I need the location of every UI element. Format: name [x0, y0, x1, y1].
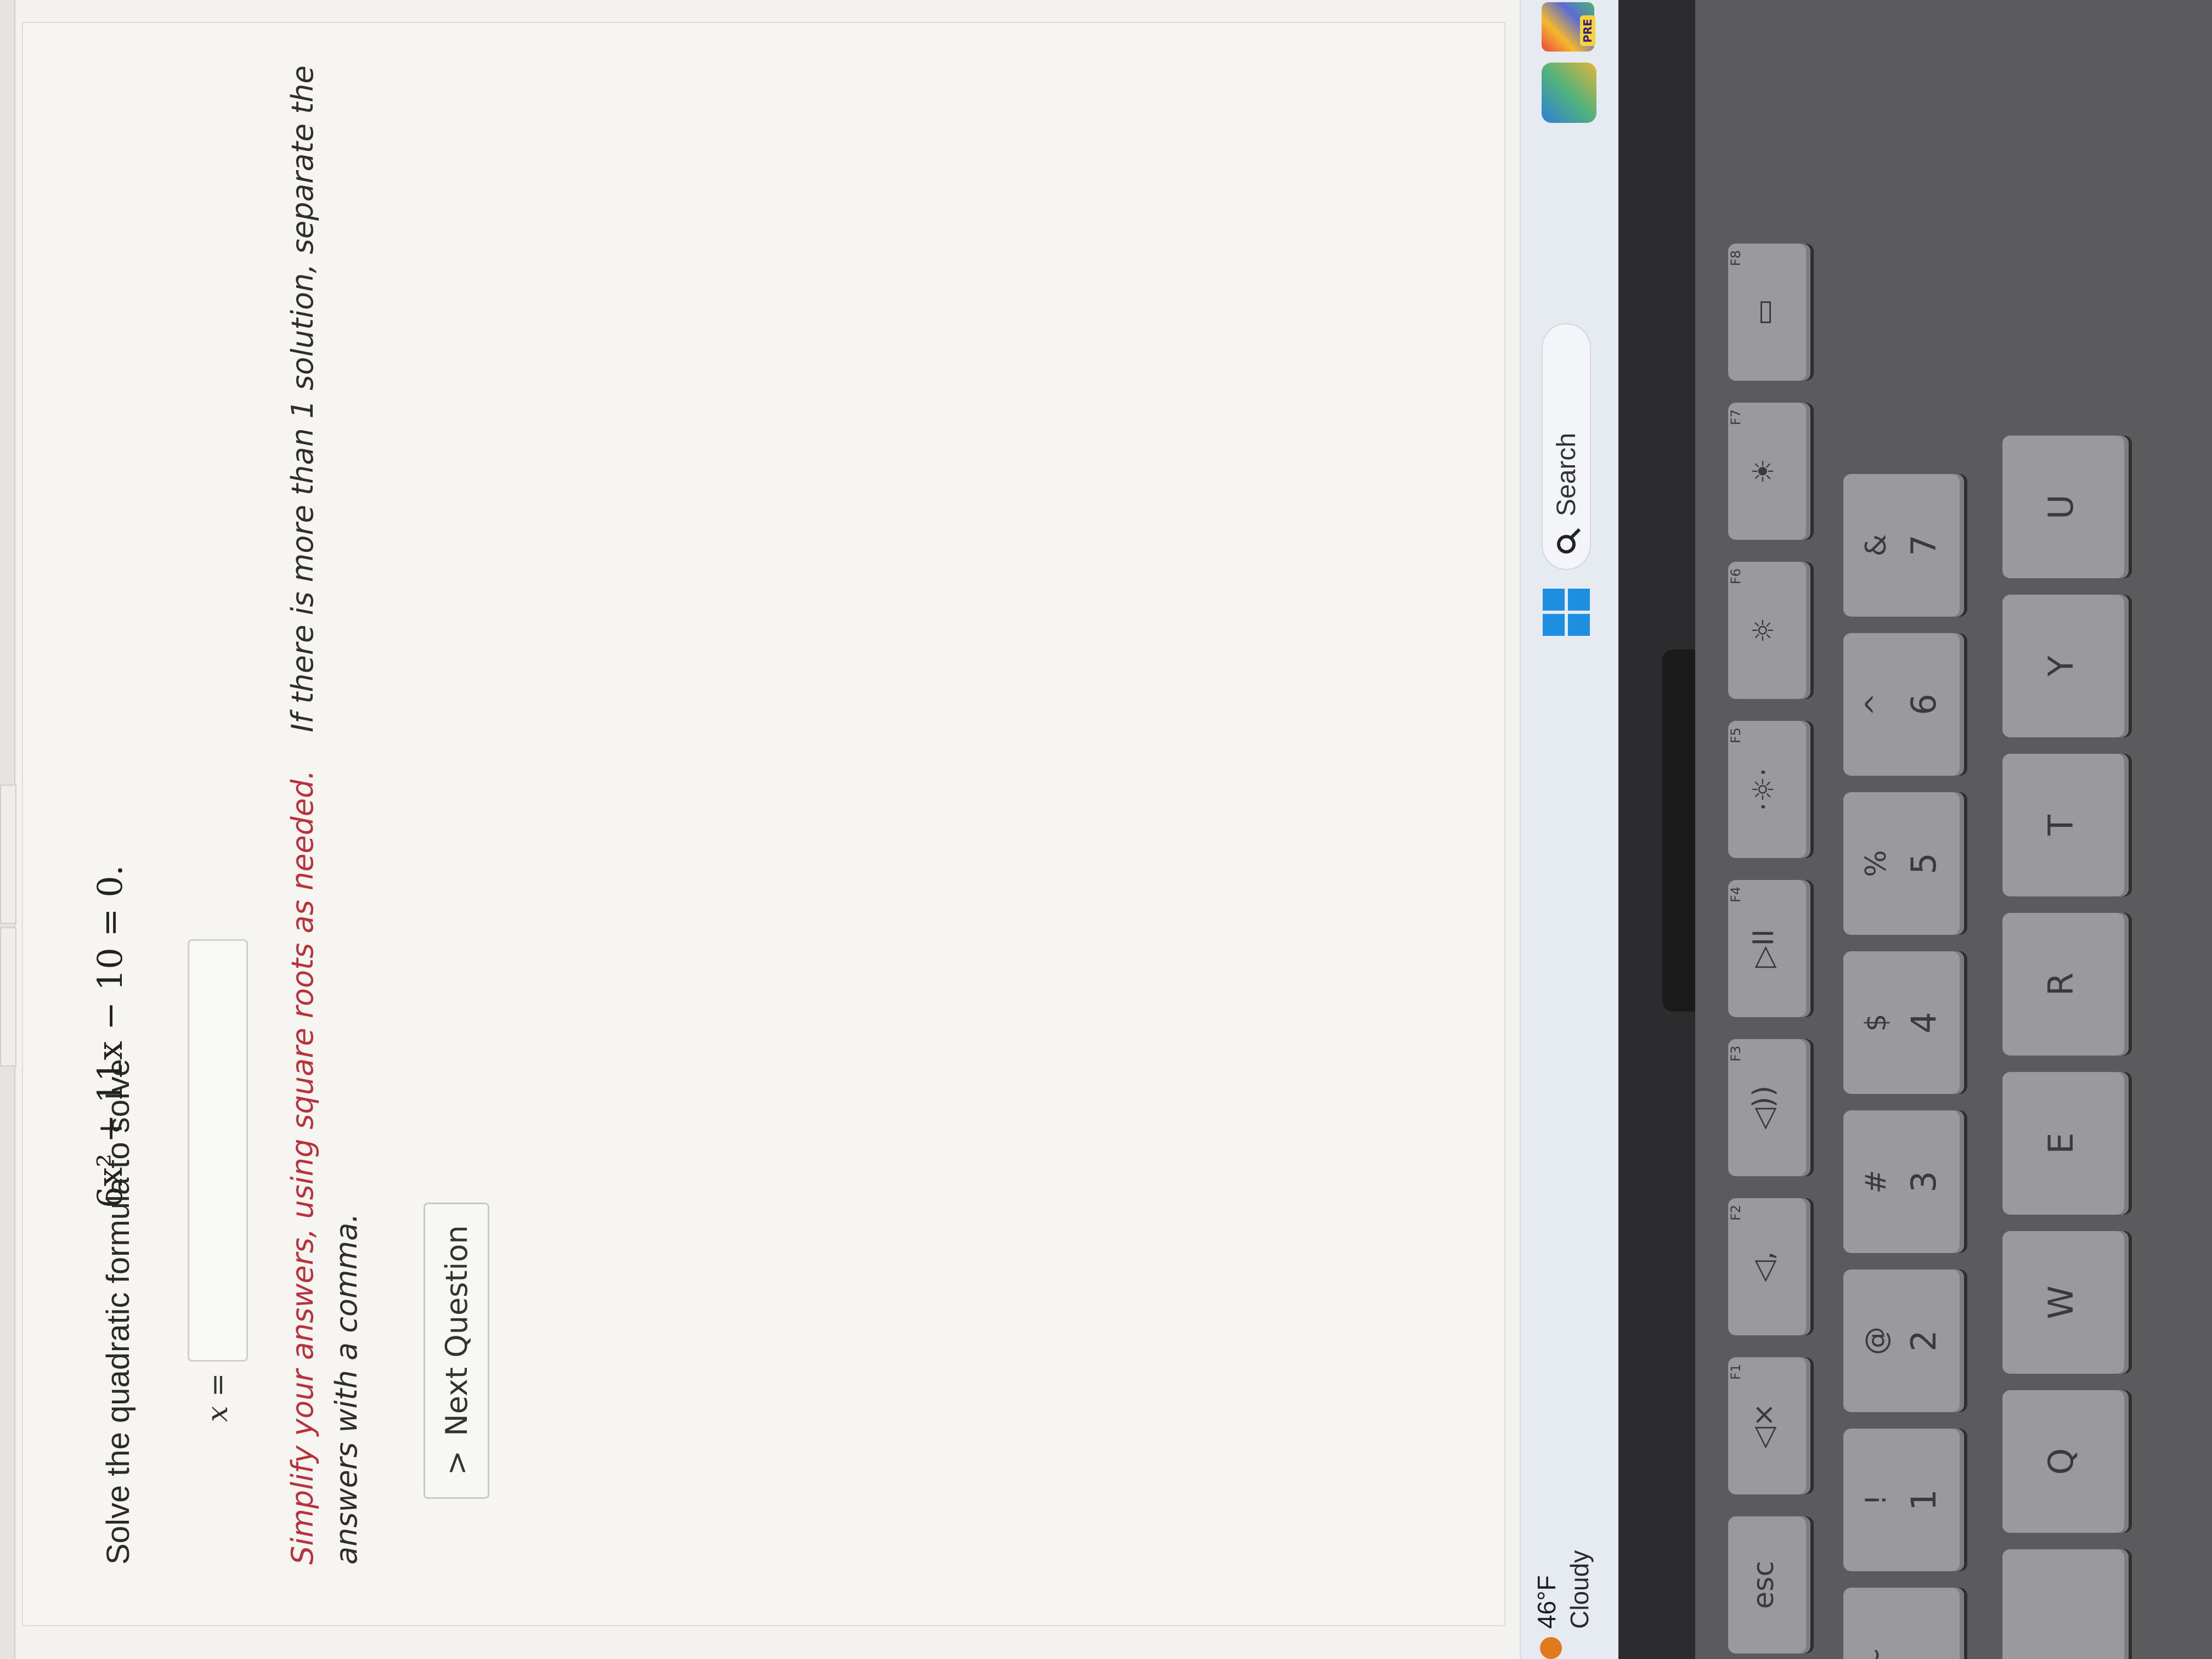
- key-fn-label: F7: [1728, 409, 1743, 426]
- taskbar-search[interactable]: Search: [1542, 323, 1591, 570]
- key-f5[interactable]: ·☼· F5: [1728, 721, 1810, 858]
- key-label: Q: [2041, 1448, 2081, 1475]
- key-shift-label: !: [1860, 1494, 1893, 1506]
- key-fn-label: F5: [1728, 727, 1743, 744]
- key-fn-label: F6: [1728, 568, 1743, 585]
- key-f6[interactable]: ☼ F6: [1728, 562, 1810, 699]
- key-f3[interactable]: ◁)) F3: [1728, 1039, 1810, 1176]
- keyboard-deck: esc◁×F1◁,F2◁))F3▷IIF4·☼·F5☼F6☀F7▭F8~!1@2…: [1695, 0, 2212, 1659]
- key-fn-label: F4: [1728, 887, 1743, 903]
- page-tab-edge: [0, 785, 16, 924]
- key-label: 5: [1904, 853, 1944, 874]
- weather-temperature[interactable]: 46°F: [1532, 1575, 1561, 1629]
- key-f8[interactable]: ▭ F8: [1728, 244, 1810, 381]
- page-tab-edge: [0, 927, 16, 1066]
- weather-description[interactable]: Cloudy: [1565, 1550, 1594, 1629]
- search-icon: [1557, 535, 1576, 554]
- key-shift-label: &: [1860, 534, 1893, 557]
- key-label: 2: [1904, 1330, 1944, 1352]
- key-5[interactable]: % 5: [1843, 792, 1964, 935]
- key-shift-label: ^: [1860, 692, 1893, 716]
- chevron-right-icon: >: [439, 1450, 474, 1475]
- key-label: 3: [1904, 1171, 1944, 1193]
- key-q[interactable]: Q: [2002, 1390, 2129, 1533]
- hint-simplify: Simplify your answers, using square root…: [285, 770, 320, 1565]
- page-top-strip: [0, 0, 16, 1659]
- key-2[interactable]: @2: [1843, 1269, 1964, 1412]
- search-label: Search: [1551, 432, 1581, 516]
- photo-scene: Solve the quadratic formula to solve 6x²…: [0, 0, 2212, 1659]
- key-fn-label: F2: [1728, 1205, 1743, 1221]
- key-label: 7: [1904, 534, 1944, 556]
- key-f4[interactable]: ▷II F4: [1728, 880, 1810, 1017]
- key-label: T: [2041, 815, 2081, 836]
- key-r[interactable]: R: [2002, 913, 2129, 1056]
- key-label: R: [2041, 972, 2081, 996]
- key-label: 4: [1904, 1012, 1944, 1034]
- key-fn-label: F8: [1728, 250, 1743, 267]
- key-1[interactable]: ! 1: [1843, 1429, 1964, 1571]
- key-label: 1: [1904, 1489, 1944, 1511]
- answer-input[interactable]: [188, 939, 248, 1362]
- key-e[interactable]: E: [2002, 1072, 2129, 1215]
- key-f1[interactable]: ◁× F1: [1728, 1357, 1810, 1494]
- key-label: 6: [1904, 693, 1944, 715]
- pre-badge: PRE: [1580, 15, 1595, 46]
- key-shift-label: %: [1860, 850, 1893, 877]
- key-t[interactable]: T: [2002, 754, 2129, 896]
- answer-label: x =: [201, 1373, 234, 1422]
- key-label: esc: [1747, 1561, 1780, 1609]
- key-f2[interactable]: ◁, F2: [1728, 1198, 1810, 1335]
- key-f7[interactable]: ☀ F7: [1728, 403, 1810, 540]
- weather-icon[interactable]: [1540, 1637, 1562, 1659]
- windows-start-icon[interactable]: [1543, 589, 1590, 636]
- taskbar: 46°F Cloudy Search PRE: [1520, 0, 1620, 1659]
- key-shift-label: ~: [1860, 1588, 1893, 1659]
- taskbar-app-icon[interactable]: [1542, 63, 1596, 123]
- browser-page: Solve the quadratic formula to solve 6x²…: [0, 0, 1520, 1659]
- key-fn-label: F3: [1728, 1046, 1743, 1062]
- key-label: W: [2041, 1285, 2081, 1319]
- monitor-screen: Solve the quadratic formula to solve 6x²…: [0, 0, 1620, 1659]
- key-shift-label: @: [1860, 1327, 1893, 1355]
- key-esc[interactable]: esc: [1728, 1516, 1810, 1654]
- key-w[interactable]: W: [2002, 1231, 2129, 1374]
- key-y[interactable]: Y: [2002, 595, 2129, 737]
- key-tab[interactable]: [2002, 1549, 2129, 1659]
- key-label: U: [2041, 494, 2081, 520]
- quadratic-equation: 6x² + 11x − 10 = 0.: [90, 865, 130, 1208]
- next-question-label: Next Question: [439, 1225, 474, 1436]
- next-question-button[interactable]: > Next Question: [424, 1203, 489, 1499]
- key-fn-label: F1: [1728, 1364, 1743, 1380]
- question-card: Solve the quadratic formula to solve 6x²…: [22, 22, 1505, 1626]
- key-4[interactable]: $4: [1843, 951, 1964, 1094]
- key-label: Y: [2041, 656, 2081, 676]
- key-shift-label: #: [1860, 1170, 1893, 1194]
- key-tilde[interactable]: ~: [1843, 1588, 1964, 1659]
- key-label: E: [2041, 1132, 2081, 1154]
- key-6[interactable]: ^ 6: [1843, 633, 1964, 776]
- key-7[interactable]: & 7: [1843, 474, 1964, 617]
- key-3[interactable]: #3: [1843, 1110, 1964, 1253]
- answer-instructions: Simplify your answers, using square root…: [281, 0, 369, 1565]
- key-shift-label: $: [1860, 1013, 1893, 1032]
- key-u[interactable]: U: [2002, 436, 2129, 578]
